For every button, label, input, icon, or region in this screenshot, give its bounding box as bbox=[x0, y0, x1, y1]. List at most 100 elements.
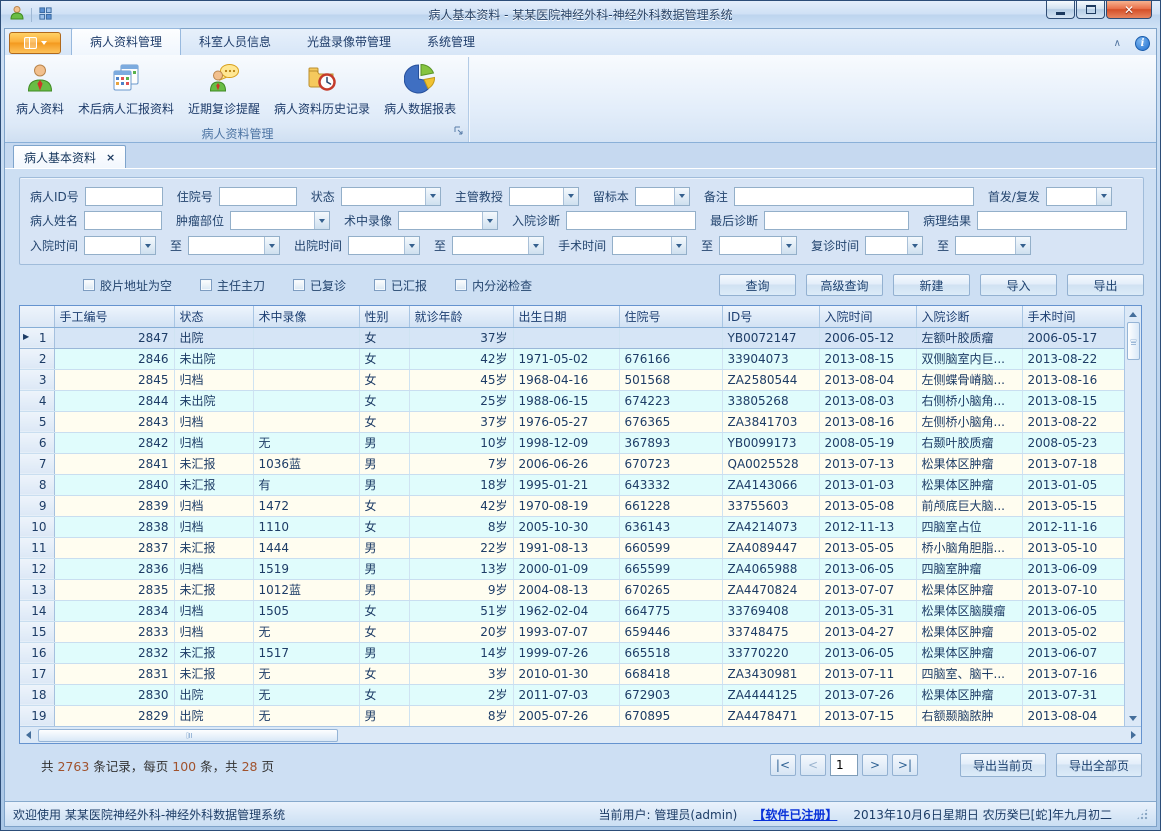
chief-surgeon-op-checkbox[interactable]: 主任主刀 bbox=[200, 277, 265, 294]
scroll-right-icon[interactable] bbox=[1125, 727, 1141, 743]
followup-from-combobox[interactable] bbox=[865, 236, 923, 255]
row-header[interactable]: 18 bbox=[20, 684, 54, 705]
ribbon-tab-patient-data-management[interactable]: 病人资料管理 bbox=[71, 28, 181, 55]
close-button[interactable]: ✕ bbox=[1106, 1, 1152, 19]
layout-grid-icon[interactable] bbox=[38, 6, 53, 24]
column-header[interactable]: 状态 bbox=[174, 306, 253, 327]
table-row[interactable]: 192829出院无男8岁2005-07-26670895ZA4478471201… bbox=[20, 705, 1124, 726]
table-row[interactable]: 132835未汇报1012蓝男9岁2004-08-13670265ZA44708… bbox=[20, 579, 1124, 600]
table-row[interactable]: 172831未汇报无女3岁2010-01-30668418ZA343098120… bbox=[20, 663, 1124, 684]
chevron-down-icon[interactable] bbox=[1096, 188, 1111, 205]
surgery-to-combobox[interactable] bbox=[719, 236, 797, 255]
checkbox-icon[interactable] bbox=[293, 279, 305, 291]
discharge-to-combobox[interactable] bbox=[452, 236, 544, 255]
table-row[interactable]: 52843归档女37岁1976-05-27676365ZA38417032013… bbox=[20, 411, 1124, 432]
chevron-down-icon[interactable] bbox=[482, 212, 497, 229]
close-tab-icon[interactable]: × bbox=[106, 151, 115, 164]
query-button[interactable]: 查询 bbox=[719, 274, 796, 296]
column-header[interactable]: ID号 bbox=[722, 306, 819, 327]
export-button[interactable]: 导出 bbox=[1067, 274, 1144, 296]
status-combobox[interactable] bbox=[341, 187, 441, 206]
ribbon-tab-disc-video-management[interactable]: 光盘录像带管理 bbox=[289, 29, 409, 55]
checkbox-icon[interactable] bbox=[455, 279, 467, 291]
column-header[interactable]: 出生日期 bbox=[513, 306, 619, 327]
specimen-kept-combobox[interactable] bbox=[635, 187, 690, 206]
chief-professor-combobox[interactable] bbox=[509, 187, 579, 206]
row-header[interactable]: 2 bbox=[20, 348, 54, 369]
collapse-ribbon-icon[interactable]: ∧ bbox=[1114, 39, 1121, 49]
final-diagnosis-input[interactable] bbox=[764, 211, 909, 230]
checkbox-icon[interactable] bbox=[200, 279, 212, 291]
row-header[interactable]: 12 bbox=[20, 558, 54, 579]
column-header[interactable]: 手术时间 bbox=[1022, 306, 1124, 327]
row-header[interactable]: 10 bbox=[20, 516, 54, 537]
column-header[interactable]: 手工编号 bbox=[54, 306, 174, 327]
chevron-down-icon[interactable] bbox=[314, 212, 329, 229]
vertical-scrollbar[interactable] bbox=[1124, 306, 1141, 726]
dialog-launcher-icon[interactable] bbox=[454, 125, 464, 139]
new-button[interactable]: 新建 bbox=[893, 274, 970, 296]
row-header[interactable]: 7 bbox=[20, 453, 54, 474]
maximize-button[interactable] bbox=[1076, 1, 1105, 19]
scroll-up-icon[interactable] bbox=[1125, 306, 1141, 322]
chevron-down-icon[interactable] bbox=[404, 237, 419, 254]
column-header[interactable]: 入院时间 bbox=[819, 306, 916, 327]
ribbon-tab-department-staff-info[interactable]: 科室人员信息 bbox=[181, 29, 289, 55]
software-registered-link[interactable]: 【软件已注册】 bbox=[753, 806, 837, 823]
advanced-query-button[interactable]: 高级查询 bbox=[806, 274, 883, 296]
chevron-down-icon[interactable] bbox=[425, 188, 440, 205]
chevron-down-icon[interactable] bbox=[907, 237, 922, 254]
horizontal-scrollbar[interactable] bbox=[20, 726, 1141, 743]
checkbox-icon[interactable] bbox=[83, 279, 95, 291]
table-row[interactable]: 92839归档1472女42岁1970-08-19661228337556032… bbox=[20, 495, 1124, 516]
previous-page-button[interactable]: < bbox=[800, 754, 826, 776]
table-row[interactable]: 182830出院无女2岁2011-07-03672903ZA4444125201… bbox=[20, 684, 1124, 705]
row-header[interactable]: 19 bbox=[20, 705, 54, 726]
endocrine-exam-checkbox[interactable]: 内分泌检查 bbox=[455, 277, 532, 294]
scroll-down-icon[interactable] bbox=[1125, 710, 1141, 726]
table-row[interactable]: 162832未汇报1517男14岁1999-07-266655183377022… bbox=[20, 642, 1124, 663]
remarks-input[interactable] bbox=[734, 187, 974, 206]
admission-no-input[interactable] bbox=[219, 187, 297, 206]
tab-patient-basic-data[interactable]: 病人基本资料 × bbox=[13, 145, 126, 168]
chevron-down-icon[interactable] bbox=[264, 237, 279, 254]
checkbox-icon[interactable] bbox=[374, 279, 386, 291]
patient-name-input[interactable] bbox=[84, 211, 162, 230]
followed-up-checkbox[interactable]: 已复诊 bbox=[293, 277, 346, 294]
row-header[interactable]: 16 bbox=[20, 642, 54, 663]
row-header[interactable]: 9 bbox=[20, 495, 54, 516]
application-menu-button[interactable] bbox=[9, 32, 61, 54]
chevron-down-icon[interactable] bbox=[671, 237, 686, 254]
minimize-button[interactable] bbox=[1046, 1, 1075, 19]
info-icon[interactable]: i bbox=[1135, 36, 1150, 51]
table-row[interactable]: 42844未出院女25岁1988-06-15674223338052682013… bbox=[20, 390, 1124, 411]
column-header[interactable]: 术中录像 bbox=[253, 306, 359, 327]
next-page-button[interactable]: > bbox=[862, 754, 888, 776]
discharge-from-combobox[interactable] bbox=[348, 236, 420, 255]
column-header[interactable]: 就诊年龄 bbox=[409, 306, 513, 327]
row-header[interactable]: 4 bbox=[20, 390, 54, 411]
horizontal-scroll-thumb[interactable] bbox=[38, 729, 338, 742]
row-header[interactable]: 15 bbox=[20, 621, 54, 642]
first-page-button[interactable]: |< bbox=[770, 754, 796, 776]
patient-id-input[interactable] bbox=[85, 187, 163, 206]
last-page-button[interactable]: >| bbox=[892, 754, 918, 776]
row-header[interactable]: 6 bbox=[20, 432, 54, 453]
table-row[interactable]: 22846未出院女42岁1971-05-02676166339040732013… bbox=[20, 348, 1124, 369]
pathology-result-input[interactable] bbox=[977, 211, 1127, 230]
chevron-down-icon[interactable] bbox=[1015, 237, 1030, 254]
table-row[interactable]: 62842归档无男10岁1998-12-09367893YB0099173200… bbox=[20, 432, 1124, 453]
history-record-button[interactable]: 病人资料历史记录 bbox=[267, 59, 377, 120]
row-header[interactable]: 11 bbox=[20, 537, 54, 558]
table-row[interactable]: 112837未汇报1444男22岁1991-08-13660599ZA40894… bbox=[20, 537, 1124, 558]
row-header[interactable]: 3 bbox=[20, 369, 54, 390]
table-row[interactable]: 32845归档女45岁1968-04-16501568ZA25805442013… bbox=[20, 369, 1124, 390]
page-number-input[interactable]: 1 bbox=[830, 754, 858, 776]
scroll-left-icon[interactable] bbox=[20, 727, 36, 743]
export-current-page-button[interactable]: 导出当前页 bbox=[960, 753, 1046, 777]
row-header[interactable]: 8 bbox=[20, 474, 54, 495]
vertical-scroll-thumb[interactable] bbox=[1127, 322, 1140, 360]
ribbon-tab-system-management[interactable]: 系统管理 bbox=[409, 29, 493, 55]
chevron-down-icon[interactable] bbox=[781, 237, 796, 254]
data-report-button[interactable]: 病人数据报表 bbox=[377, 59, 463, 120]
